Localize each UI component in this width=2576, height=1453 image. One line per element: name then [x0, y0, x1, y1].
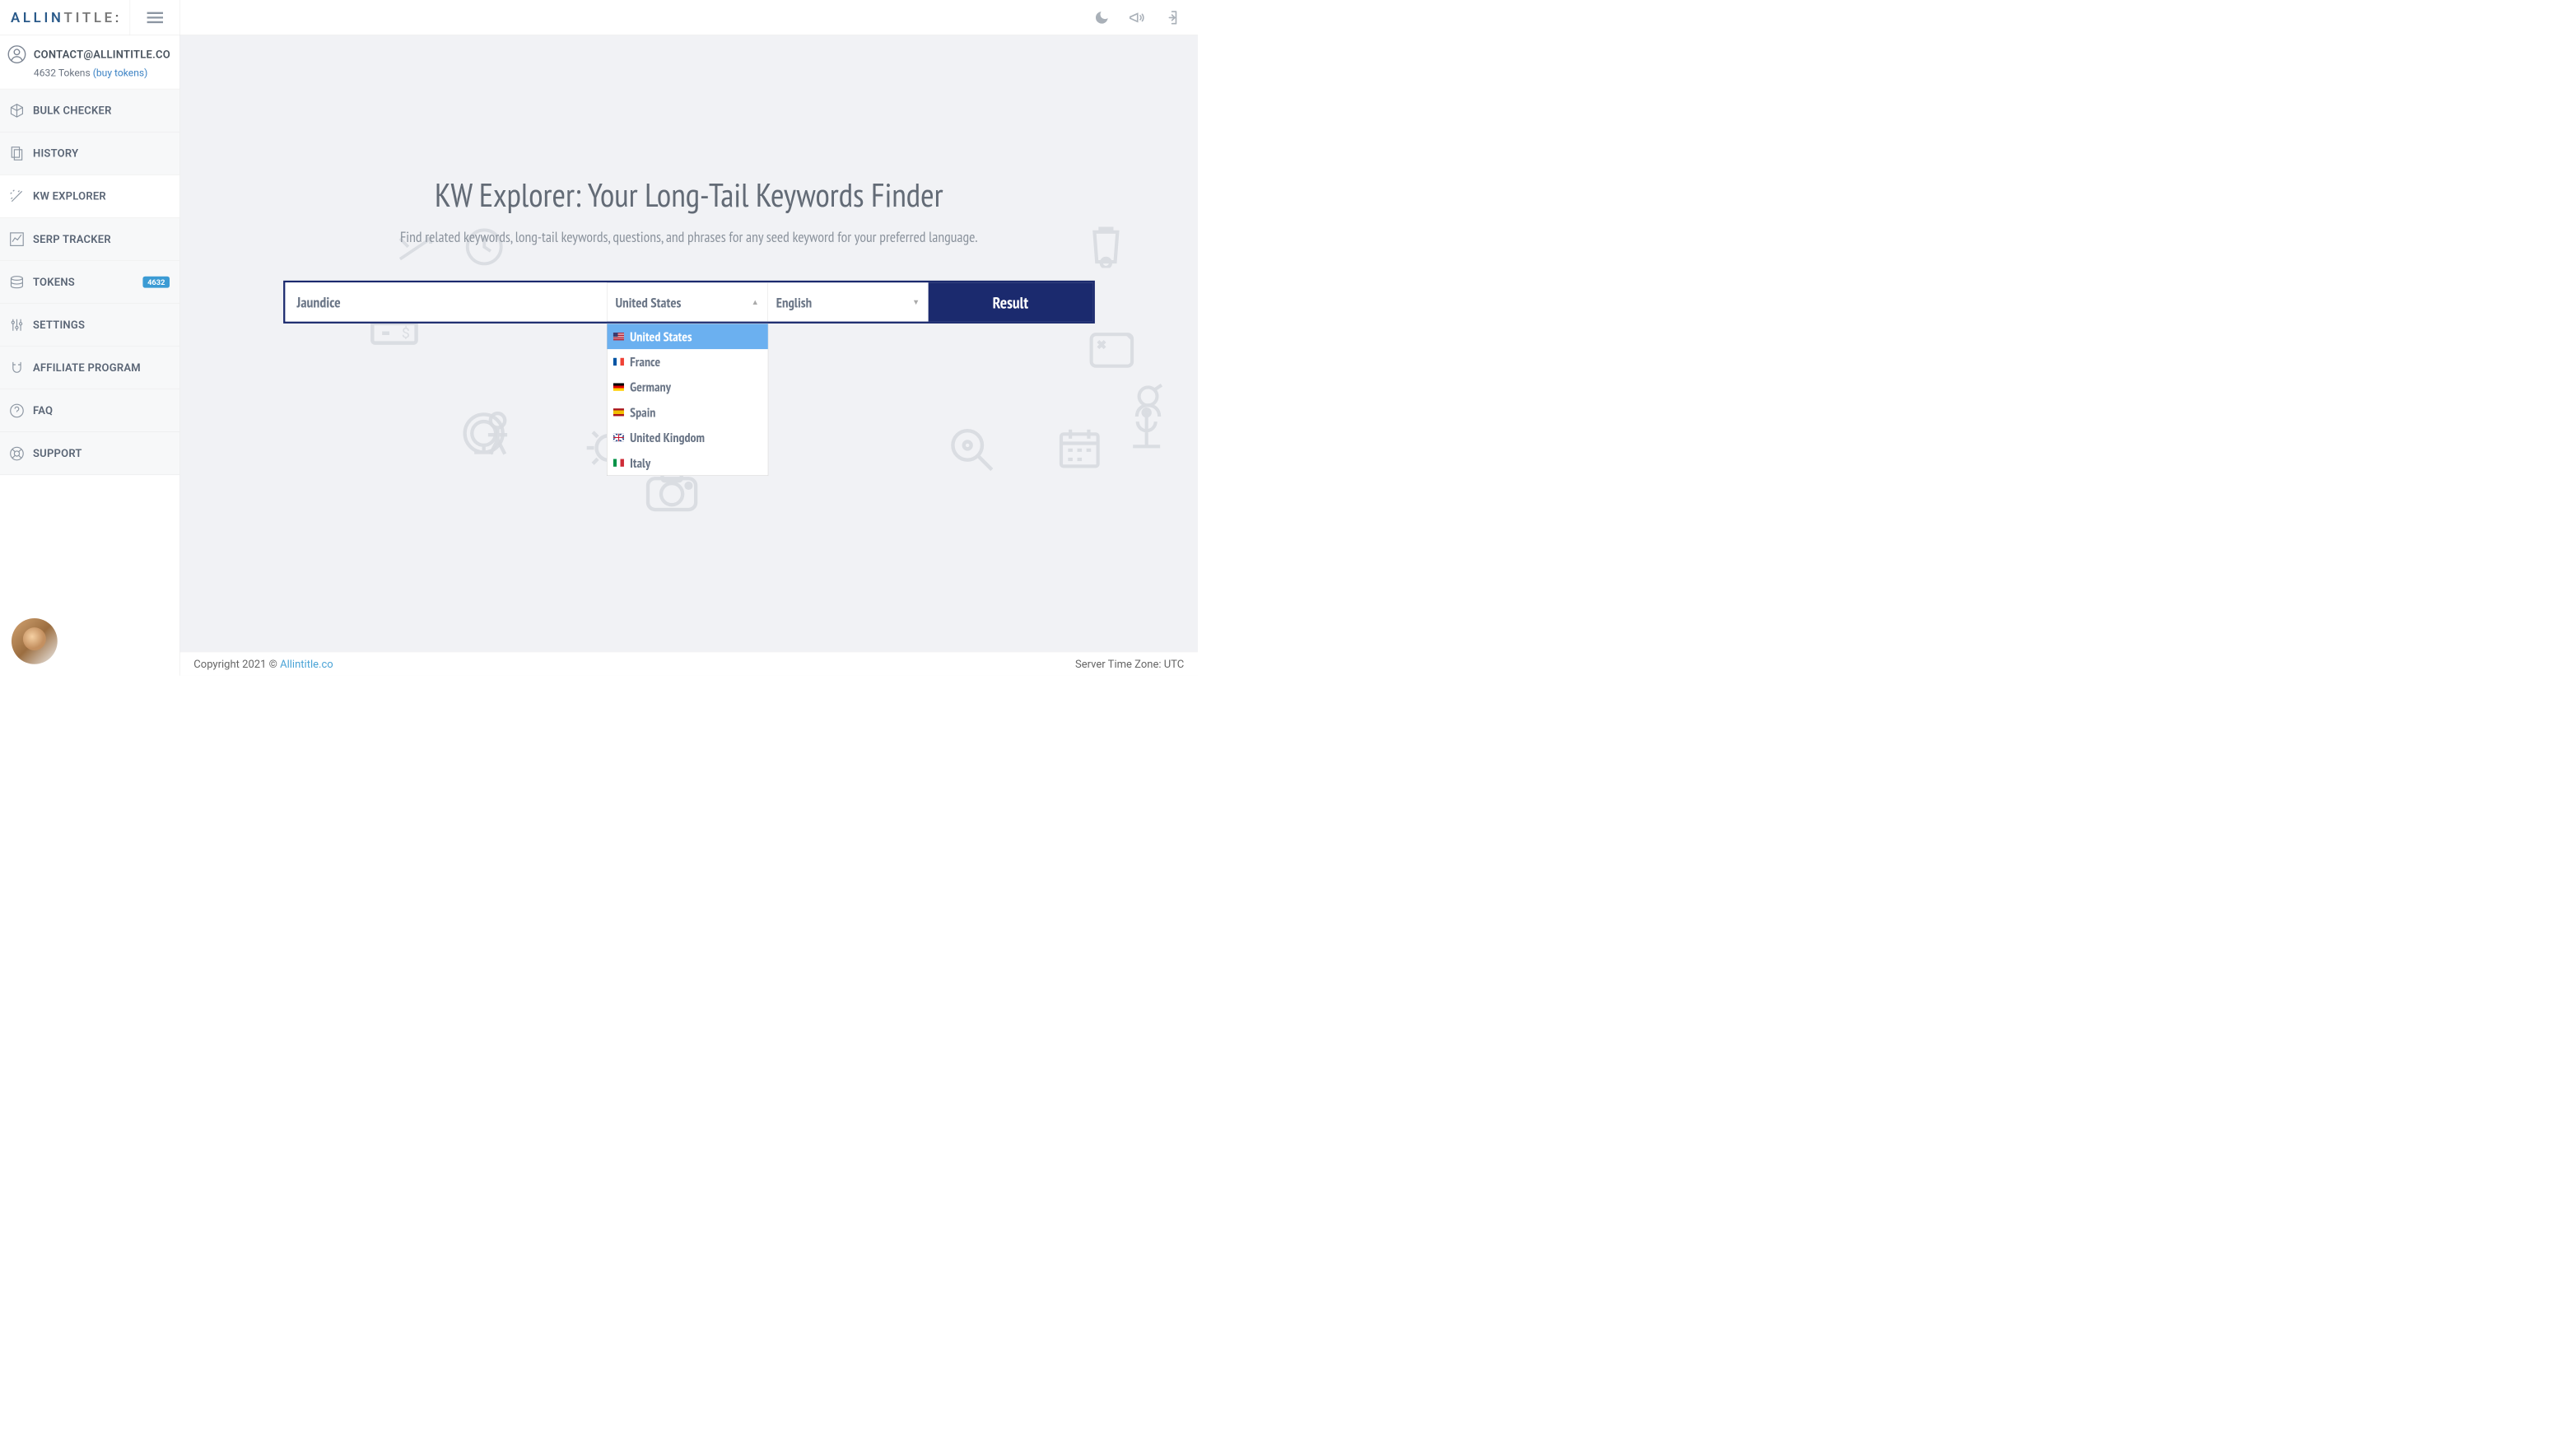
footer: Copyright 2021 © Allintitle.co Server Ti… [180, 652, 1198, 676]
support-icon [9, 445, 25, 461]
flag-us-icon [613, 333, 624, 340]
country-option-es[interactable]: Spain [607, 399, 767, 425]
sidebar-item-kw-explorer[interactable]: KW EXPLORER [0, 175, 179, 218]
search-bar: United States ▲ United States France [283, 281, 1095, 324]
logo-pre: ALLIN [11, 9, 64, 26]
caret-down-icon: ▼ [912, 297, 920, 307]
footer-timezone: Server Time Zone: UTC [1075, 658, 1184, 670]
sidebar-item-settings[interactable]: SETTINGS [0, 304, 179, 347]
announcement-icon[interactable] [1128, 9, 1144, 26]
question-icon [9, 403, 25, 418]
menu-toggle[interactable] [130, 0, 179, 35]
sidebar-item-support[interactable]: SUPPORT [0, 432, 179, 475]
magic-wand-icon [9, 189, 25, 204]
footer-brand-link[interactable]: Allintitle.co [280, 658, 333, 670]
sidebar-item-affiliate[interactable]: AFFILIATE PROGRAM [0, 347, 179, 389]
flag-it-icon [613, 459, 624, 467]
country-selected-label: United States [615, 293, 681, 311]
topbar: ALLINTITLE: [0, 0, 1198, 35]
chart-icon [9, 231, 25, 247]
page-title: KW Explorer: Your Long-Tail Keywords Fin… [180, 173, 1198, 216]
sidebar-item-history[interactable]: HISTORY [0, 132, 179, 175]
tokens-icon [9, 274, 25, 290]
sliders-icon [9, 317, 25, 333]
country-option-uk[interactable]: United Kingdom [607, 425, 767, 450]
flag-fr-icon [613, 358, 624, 366]
page-subtitle: Find related keywords, long-tail keyword… [180, 227, 1198, 246]
country-option-de[interactable]: Germany [607, 375, 767, 400]
country-dropdown: United States France Germany Spain [607, 324, 768, 476]
sidebar-item-serp-tracker[interactable]: SERP TRACKER [0, 218, 179, 261]
user-icon [7, 45, 26, 63]
sidebar: CONTACT@ALLINTITLE.CO 4632 Tokens (buy t… [0, 0, 180, 676]
logout-icon[interactable] [1162, 9, 1179, 26]
buy-tokens-link[interactable]: (buy tokens) [93, 68, 148, 79]
logo-colon: : [115, 9, 122, 26]
country-option-fr[interactable]: France [607, 349, 767, 375]
sidebar-item-tokens[interactable]: TOKENS 4632 [0, 261, 179, 304]
flag-de-icon [613, 383, 624, 390]
language-selected-label: English [776, 293, 812, 311]
user-block: CONTACT@ALLINTITLE.CO 4632 Tokens (buy t… [0, 35, 179, 90]
footer-copyright: Copyright 2021 © [193, 658, 280, 670]
country-select[interactable]: United States ▲ United States France [607, 282, 767, 321]
language-select[interactable]: English ▼ [767, 282, 928, 321]
magnet-icon [9, 360, 25, 375]
sidebar-item-faq[interactable]: FAQ [0, 389, 179, 432]
country-option-it[interactable]: Italy [607, 450, 767, 476]
caret-up-icon: ▲ [752, 297, 759, 307]
result-button[interactable]: Result [928, 282, 1092, 321]
user-email: CONTACT@ALLINTITLE.CO [34, 48, 170, 60]
dark-mode-icon[interactable] [1094, 9, 1111, 26]
keyword-input[interactable] [285, 282, 607, 321]
files-icon [9, 146, 25, 161]
brand-logo[interactable]: ALLINTITLE: [0, 0, 130, 35]
country-option-us[interactable]: United States [607, 324, 767, 349]
cube-icon [9, 103, 25, 119]
chat-avatar[interactable] [12, 618, 58, 664]
tokens-count: 4632 Tokens [34, 68, 93, 79]
main-content: $ KW Explorer: Your Long-Tail Keywords F… [180, 0, 1198, 676]
tokens-badge: 4632 [142, 276, 170, 287]
flag-uk-icon [613, 434, 624, 441]
sidebar-item-bulk-checker[interactable]: BULK CHECKER [0, 89, 179, 132]
flag-es-icon [613, 408, 624, 416]
logo-post: TITLE [64, 9, 115, 26]
